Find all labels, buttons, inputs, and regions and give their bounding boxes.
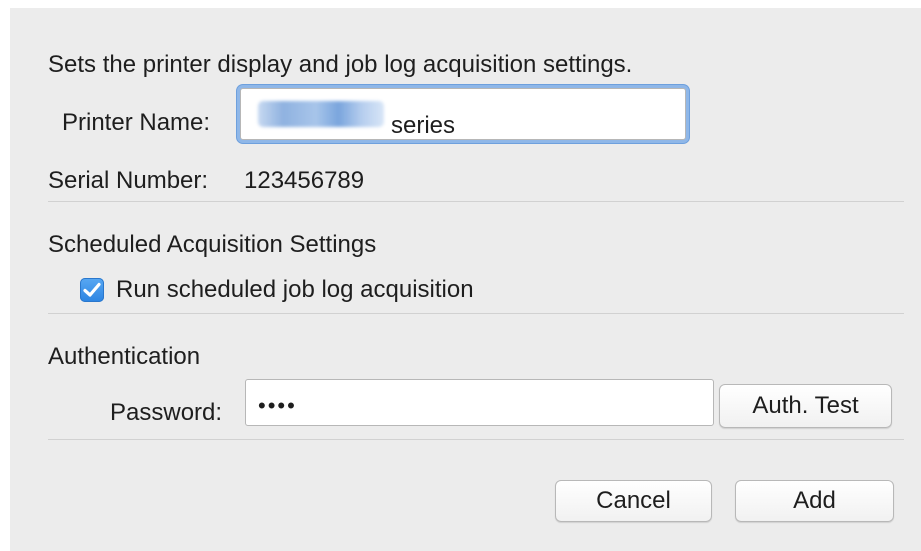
- section-divider: [48, 439, 904, 440]
- password-label: Password:: [110, 399, 223, 426]
- printer-name-redaction: [258, 101, 384, 127]
- authentication-heading: Authentication: [48, 343, 201, 370]
- serial-number-label: Serial Number:: [48, 167, 209, 194]
- cancel-button[interactable]: Cancel: [555, 480, 712, 522]
- printer-name-value: series: [391, 112, 456, 139]
- checkmark-icon: [83, 282, 101, 297]
- scheduled-acquisition-heading: Scheduled Acquisition Settings: [48, 231, 377, 258]
- scheduled-acquisition-label[interactable]: Run scheduled job log acquisition: [116, 276, 474, 304]
- auth-test-button[interactable]: Auth. Test: [719, 384, 892, 428]
- dialog-description: Sets the printer display and job log acq…: [48, 51, 633, 78]
- password-mask: ••••: [258, 393, 297, 418]
- printer-name-label: Printer Name:: [62, 109, 211, 136]
- printer-settings-dialog: Sets the printer display and job log acq…: [10, 8, 921, 551]
- section-divider: [48, 201, 904, 202]
- add-button[interactable]: Add: [735, 480, 894, 522]
- serial-number-value: 123456789: [244, 167, 365, 194]
- section-divider: [48, 313, 904, 314]
- password-field[interactable]: [245, 379, 714, 426]
- scheduled-acquisition-checkbox[interactable]: [80, 278, 104, 302]
